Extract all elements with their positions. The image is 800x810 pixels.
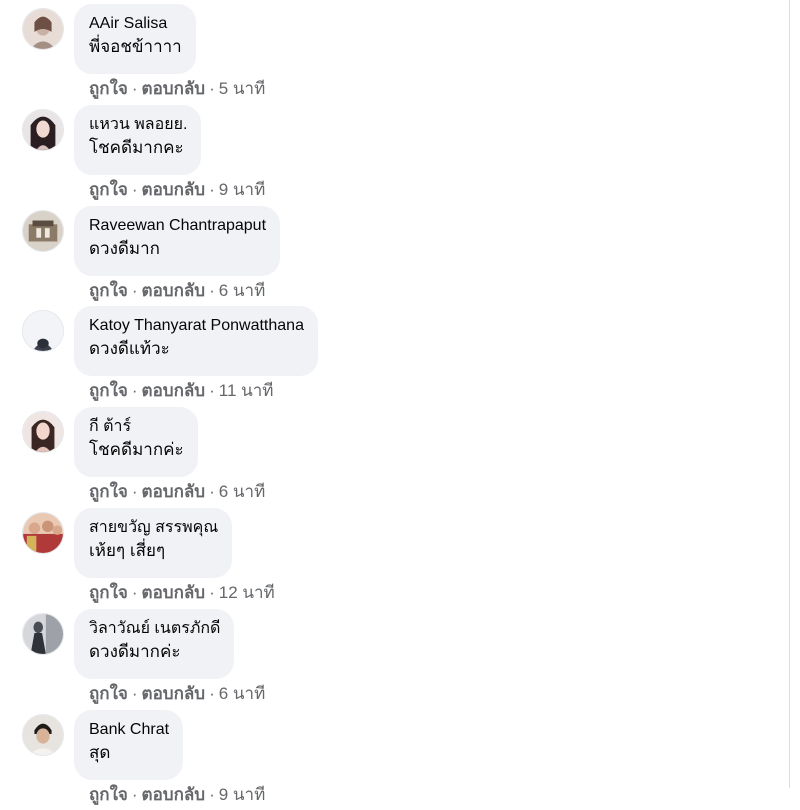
avatar[interactable] bbox=[22, 109, 64, 151]
comment-item: วิลาวัณย์ เนตรภักดี ดวงดีมากค่ะ ถูกใจ · ตอ… bbox=[0, 609, 790, 709]
avatar[interactable] bbox=[22, 512, 64, 554]
separator: · bbox=[131, 583, 138, 602]
separator: · bbox=[131, 281, 138, 300]
comment-author[interactable]: สายขวัญ สรรพคุณ bbox=[89, 517, 218, 539]
separator: · bbox=[209, 381, 215, 400]
comment-item: สายขวัญ สรรพคุณ เห้ยๆ เสี่ยๆ ถูกใจ · ตอบกล… bbox=[0, 508, 790, 608]
avatar-photo bbox=[23, 412, 63, 452]
comment-item: Katoy Thanyarat Ponwatthana ดวงดีแท้วะ ถ… bbox=[0, 306, 790, 406]
like-button[interactable]: ถูกใจ bbox=[89, 79, 128, 98]
comment-author[interactable]: กี ต้าร์ bbox=[89, 416, 184, 438]
comment-actions: ถูกใจ · ตอบกลับ · 9 นาที bbox=[89, 784, 265, 806]
comment-author[interactable]: วิลาวัณย์ เนตรภักดี bbox=[89, 618, 220, 640]
separator: · bbox=[131, 180, 138, 199]
separator: · bbox=[209, 684, 215, 703]
reply-button[interactable]: ตอบกลับ bbox=[142, 583, 206, 602]
reply-button[interactable]: ตอบกลับ bbox=[142, 381, 206, 400]
avatar-photo bbox=[23, 9, 63, 49]
like-button[interactable]: ถูกใจ bbox=[89, 381, 128, 400]
avatar[interactable] bbox=[22, 210, 64, 252]
comment-bubble: AAir Salisa พี่จอชข้าาาา bbox=[74, 4, 196, 74]
comment-bubble: Bank Chrat สุด bbox=[74, 710, 184, 780]
comment-timestamp[interactable]: 5 นาที bbox=[219, 79, 266, 98]
comment-actions: ถูกใจ · ตอบกลับ · 5 นาที bbox=[89, 78, 265, 100]
avatar-photo bbox=[23, 110, 63, 150]
comment-timestamp[interactable]: 11 นาที bbox=[219, 381, 274, 400]
reply-button[interactable]: ตอบกลับ bbox=[142, 482, 206, 501]
reply-button[interactable]: ตอบกลับ bbox=[142, 79, 206, 98]
comment-item: Raveewan Chantrapaput ดวงดีมาก ถูกใจ · ตอบ… bbox=[0, 206, 790, 306]
avatar[interactable] bbox=[22, 310, 64, 352]
comment-bubble: Raveewan Chantrapaput ดวงดีมาก bbox=[74, 206, 281, 276]
comment-author[interactable]: Katoy Thanyarat Ponwatthana bbox=[89, 315, 304, 337]
comment-author[interactable]: Raveewan Chantrapaput bbox=[89, 215, 266, 237]
comment-item: กี ต้าร์ โชคดีมากค่ะ ถูกใจ · ตอบกลับ · 6 นาท… bbox=[0, 407, 790, 507]
comment-bubble: สายขวัญ สรรพคุณ เห้ยๆ เสี่ยๆ bbox=[74, 508, 233, 578]
avatar-photo bbox=[23, 211, 63, 251]
comment-text: ดวงดีมากค่ะ bbox=[89, 642, 181, 661]
avatar-photo bbox=[23, 311, 63, 351]
comment-timestamp[interactable]: 9 นาที bbox=[219, 180, 266, 199]
comment-timestamp[interactable]: 6 นาที bbox=[219, 482, 266, 501]
comment-actions: ถูกใจ · ตอบกลับ · 6 นาที bbox=[89, 683, 265, 705]
comment-text: โชคดีมากคะ bbox=[89, 138, 184, 157]
comment-actions: ถูกใจ · ตอบกลับ · 9 นาที bbox=[89, 179, 265, 201]
comment-item: AAir Salisa พี่จอชข้าาาา ถูกใจ · ตอบกลับ · 5… bbox=[0, 4, 790, 104]
comment-item: แหวน พลอยย. โชคดีมากคะ ถูกใจ · ตอบกลับ · 9 น… bbox=[0, 105, 790, 205]
separator: · bbox=[209, 79, 215, 98]
comment-timestamp[interactable]: 12 นาที bbox=[219, 583, 275, 602]
comment-author[interactable]: แหวน พลอยย. bbox=[89, 114, 187, 136]
avatar[interactable] bbox=[22, 613, 64, 655]
like-button[interactable]: ถูกใจ bbox=[89, 583, 128, 602]
avatar[interactable] bbox=[22, 714, 64, 756]
comment-actions: ถูกใจ · ตอบกลับ · 6 นาที bbox=[89, 481, 265, 503]
like-button[interactable]: ถูกใจ bbox=[89, 482, 128, 501]
separator: · bbox=[209, 180, 215, 199]
comment-item: Bank Chrat สุด ถูกใจ · ตอบกลับ · 9 นาที bbox=[0, 710, 790, 810]
comment-bubble: กี ต้าร์ โชคดีมากค่ะ bbox=[74, 407, 198, 477]
separator: · bbox=[131, 684, 138, 703]
separator: · bbox=[209, 482, 215, 501]
avatar-photo bbox=[23, 614, 63, 654]
reply-button[interactable]: ตอบกลับ bbox=[142, 684, 206, 703]
comment-text: ดวงดีมาก bbox=[89, 239, 160, 258]
comment-text: พี่จอชข้าาาา bbox=[89, 37, 182, 56]
comment-bubble: Katoy Thanyarat Ponwatthana ดวงดีแท้วะ bbox=[74, 306, 318, 376]
comment-text: โชคดีมากค่ะ bbox=[89, 440, 184, 459]
separator: · bbox=[209, 583, 215, 602]
separator: · bbox=[131, 79, 138, 98]
comment-timestamp[interactable]: 6 นาที bbox=[219, 684, 266, 703]
like-button[interactable]: ถูกใจ bbox=[89, 281, 128, 300]
avatar[interactable] bbox=[22, 8, 64, 50]
comment-actions: ถูกใจ · ตอบกลับ · 11 นาที bbox=[89, 380, 274, 402]
comment-actions: ถูกใจ · ตอบกลับ · 12 นาที bbox=[89, 582, 275, 604]
comment-author[interactable]: Bank Chrat bbox=[89, 719, 169, 741]
separator: · bbox=[131, 482, 138, 501]
like-button[interactable]: ถูกใจ bbox=[89, 684, 128, 703]
comment-text: เห้ยๆ เสี่ยๆ bbox=[89, 541, 166, 560]
avatar-photo bbox=[23, 513, 63, 553]
avatar-photo bbox=[23, 715, 63, 755]
like-button[interactable]: ถูกใจ bbox=[89, 180, 128, 199]
comment-timestamp[interactable]: 6 นาที bbox=[219, 281, 266, 300]
avatar[interactable] bbox=[22, 411, 64, 453]
comment-author[interactable]: AAir Salisa bbox=[89, 13, 182, 35]
reply-button[interactable]: ตอบกลับ bbox=[142, 180, 206, 199]
separator: · bbox=[209, 281, 215, 300]
comment-text: สุด bbox=[89, 743, 111, 762]
comment-bubble: แหวน พลอยย. โชคดีมากคะ bbox=[74, 105, 202, 175]
comment-text: ดวงดีแท้วะ bbox=[89, 339, 170, 358]
comment-actions: ถูกใจ · ตอบกลับ · 6 นาที bbox=[89, 280, 265, 302]
reply-button[interactable]: ตอบกลับ bbox=[142, 281, 206, 300]
separator: · bbox=[131, 381, 138, 400]
comment-bubble: วิลาวัณย์ เนตรภักดี ดวงดีมากค่ะ bbox=[74, 609, 235, 679]
